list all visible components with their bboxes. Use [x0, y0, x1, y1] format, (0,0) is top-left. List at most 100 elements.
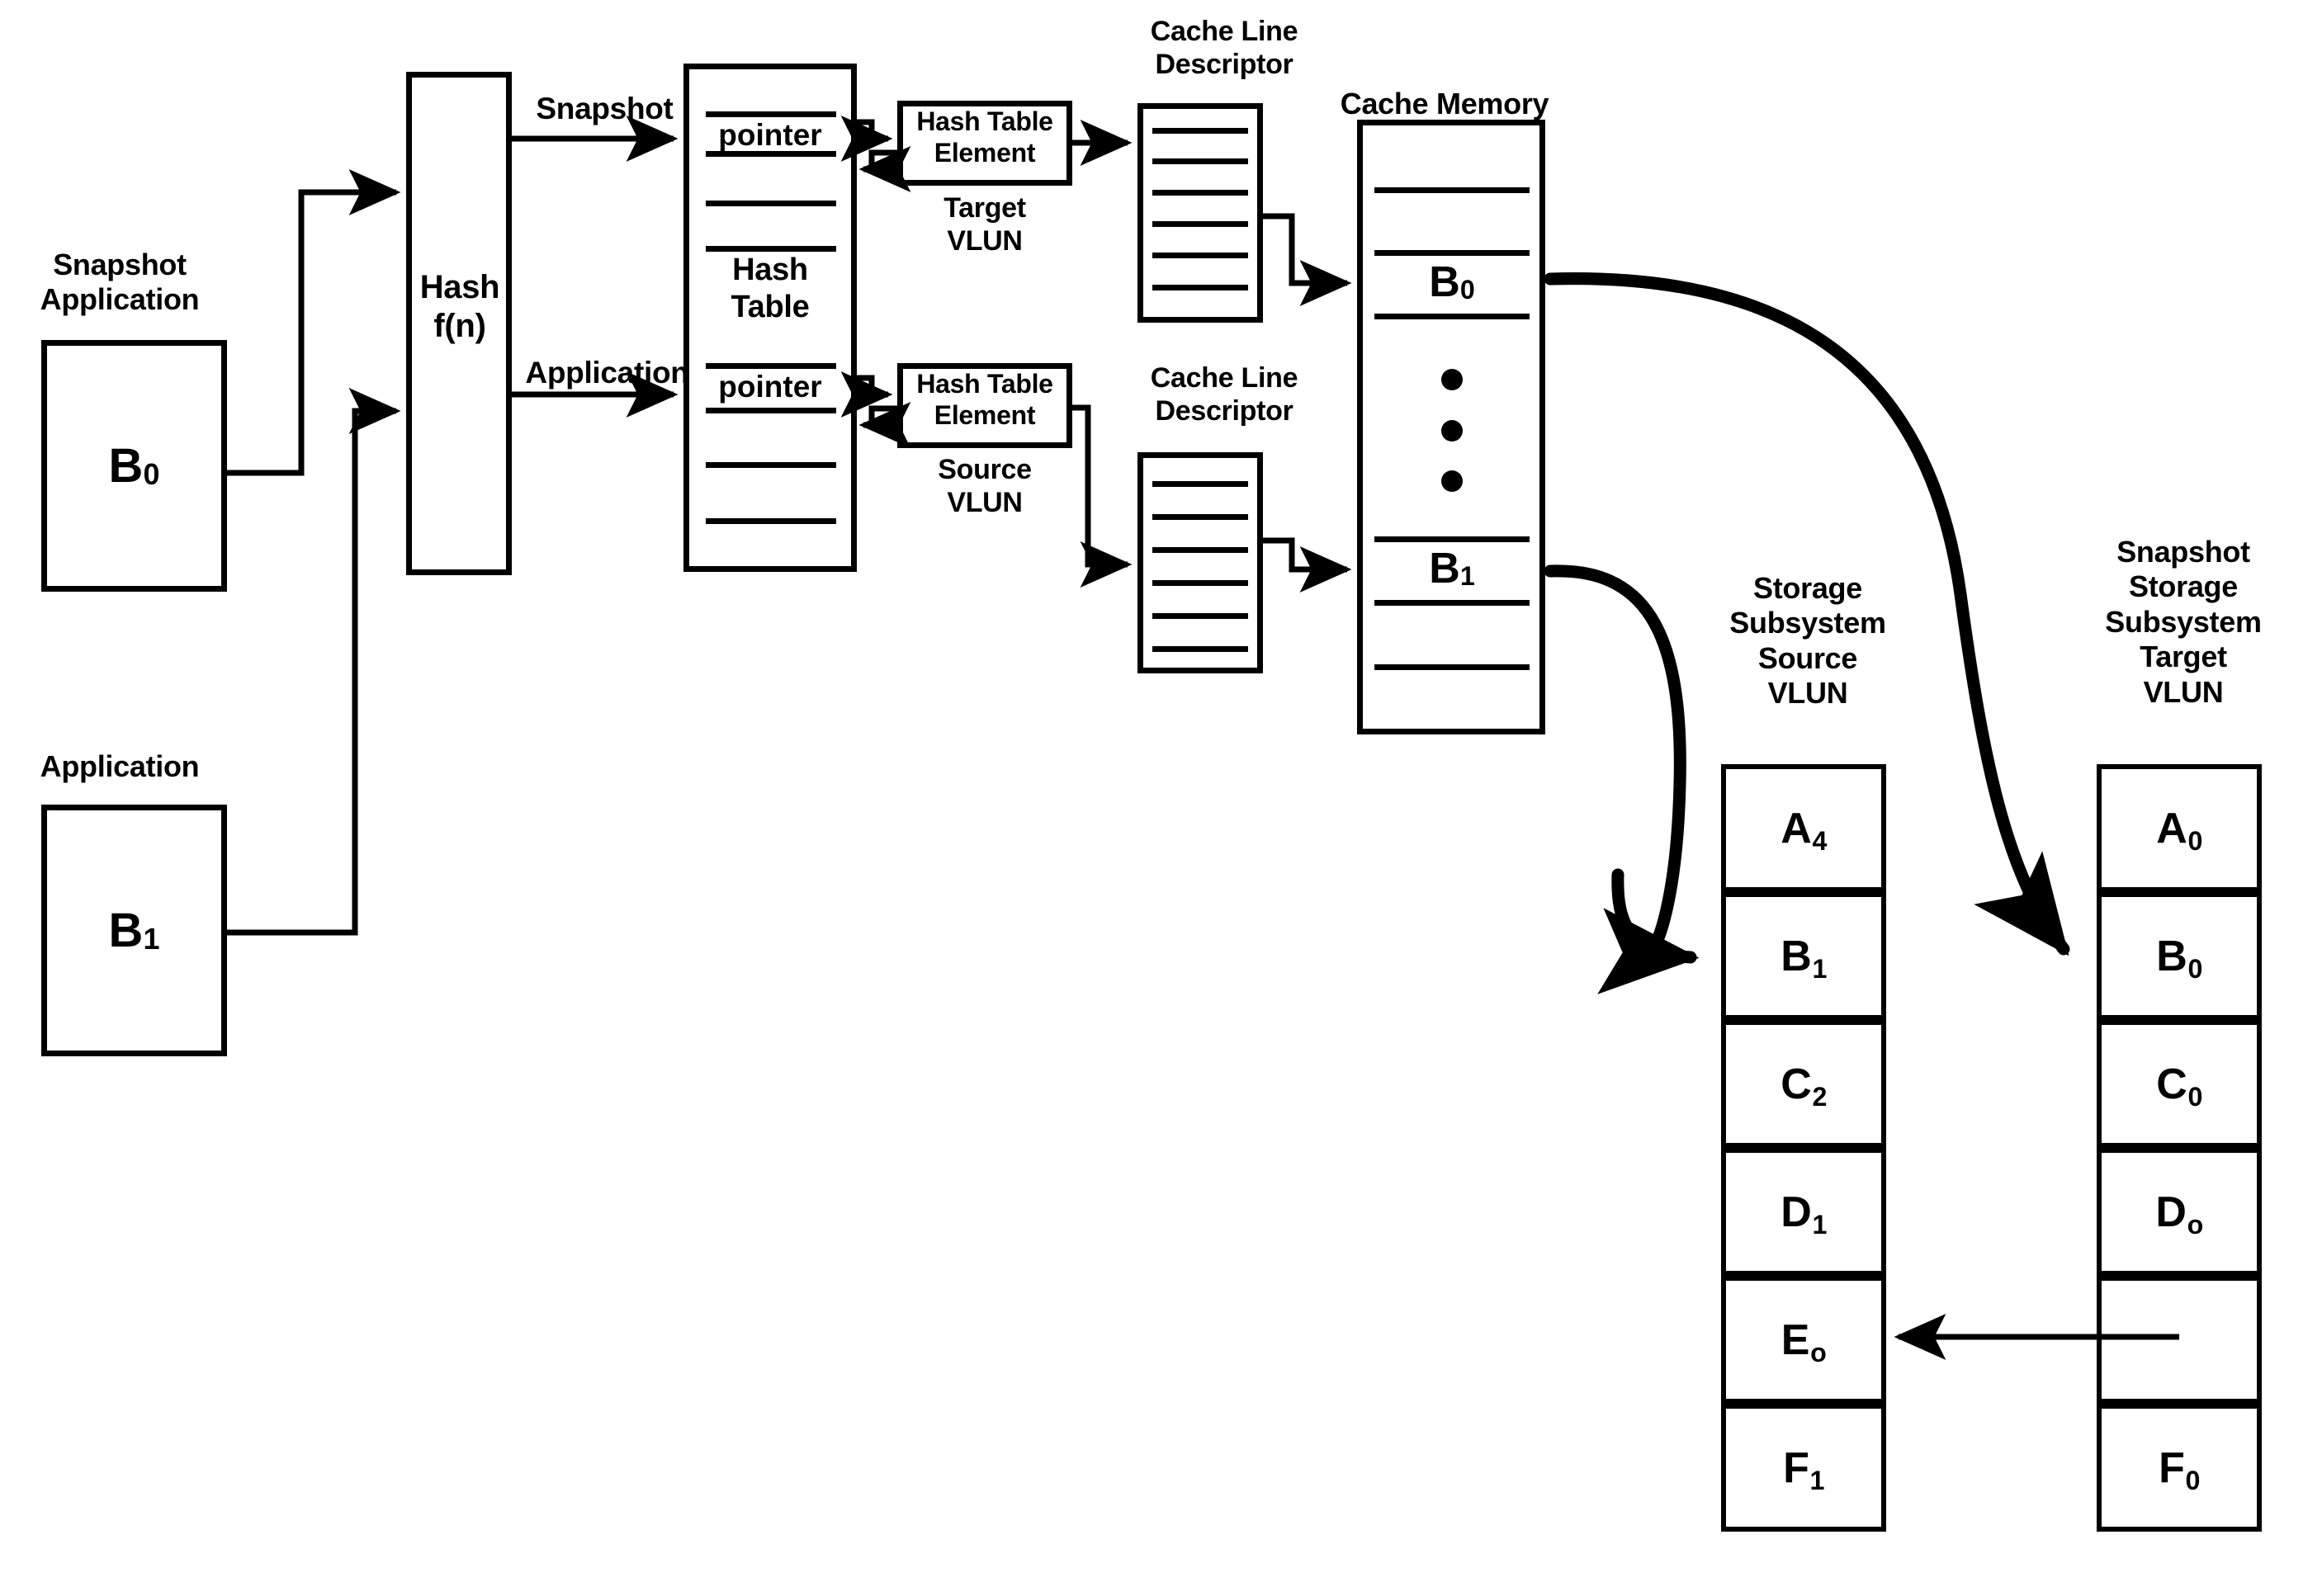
target-vlun-cell-3: Do — [2097, 1148, 2262, 1276]
block-base: B — [1429, 544, 1460, 593]
source-vlun-cell-5: F1 — [1721, 1404, 1886, 1532]
cache-line-descriptor-lower-label: Cache Line Descriptor — [1150, 362, 1298, 427]
cell-sub: 1 — [1812, 1210, 1828, 1240]
cell-base: D — [1781, 1188, 1812, 1236]
connector-hte-source-to-pointer — [858, 402, 911, 448]
diagram-canvas: Snapshot Application B0 Application B1 H… — [0, 0, 2322, 1596]
connector-application-to-hash — [227, 388, 401, 936]
snapshot-storage-subsystem-target-label: Snapshot Storage Subsystem Target VLUN — [2105, 535, 2262, 709]
target-vlun-label: Target VLUN — [943, 192, 1026, 257]
cld-upper-rule-4 — [1152, 221, 1248, 227]
block-sub: 0 — [1459, 274, 1475, 305]
hash-table-rule-7 — [706, 462, 836, 468]
connector-pointer-to-hte-source — [840, 371, 893, 418]
cell-sub: 2 — [1812, 1082, 1828, 1112]
block-sub: 0 — [143, 457, 160, 492]
target-vlun-cell-2: C0 — [2097, 1020, 2262, 1148]
edge-label-application: Application — [525, 356, 689, 390]
hash-table-rule-6 — [706, 408, 836, 413]
application-block-value: B1 — [41, 805, 227, 1056]
cld-lower-rule-6 — [1152, 646, 1248, 652]
cache-memory-rule-5 — [1374, 600, 1530, 606]
block-base: B — [108, 439, 144, 493]
target-vlun-cell-0: A0 — [2097, 764, 2262, 892]
connector-cld-upper-to-cache-b0 — [1263, 213, 1352, 306]
target-vlun-cell-5: F0 — [2097, 1404, 2262, 1532]
cell-base: B — [1781, 932, 1812, 980]
cell-base: D — [2155, 1188, 2187, 1236]
target-vlun-cell-1: B0 — [2097, 892, 2262, 1020]
hash-table-element-source-label: Hash Table Element — [916, 369, 1053, 430]
hash-table-label: Hash Table — [731, 253, 810, 324]
hash-table-element-target-label: Hash Table Element — [916, 106, 1053, 168]
cell-sub: 0 — [2187, 954, 2203, 985]
cache-block-b1: B1 — [1374, 536, 1530, 600]
cell-sub: o — [1810, 1338, 1827, 1368]
block-sub: 1 — [1459, 560, 1475, 591]
cell-sub: o — [2187, 1210, 2204, 1240]
edge-label-snapshot: Snapshot — [536, 92, 674, 125]
block-base: B — [108, 904, 144, 957]
hash-table-pointer-snapshot: pointer — [718, 118, 822, 152]
hash-table-rule-1 — [706, 111, 836, 117]
cell-base: C — [1781, 1060, 1812, 1108]
curve-cache-b1-to-source-vlun — [1597, 868, 1700, 994]
ellipsis-dot-1 — [1441, 369, 1463, 390]
cld-lower-rule-1 — [1152, 481, 1248, 487]
cld-upper-rule-5 — [1152, 253, 1248, 258]
ellipsis-dot-3 — [1441, 470, 1463, 492]
cell-sub: 0 — [2185, 1466, 2201, 1496]
snapshot-application-label: Snapshot Application — [40, 248, 200, 317]
source-vlun-label: Source VLUN — [938, 454, 1032, 519]
cache-memory-rule-6 — [1374, 664, 1530, 670]
cld-lower-rule-5 — [1152, 613, 1248, 619]
connector-cld-lower-to-cache-b1 — [1263, 537, 1352, 593]
cell-sub: 4 — [1812, 826, 1828, 857]
source-vlun-cell-1: B1 — [1721, 892, 1886, 1020]
hash-table-rule-4 — [706, 246, 836, 252]
cell-base: F — [2159, 1443, 2185, 1492]
source-vlun-cell-0: A4 — [1721, 764, 1886, 892]
source-vlun-cell-2: C2 — [1721, 1020, 1886, 1148]
block-base: B — [1429, 257, 1460, 306]
connector-hte-source-to-cld-lower — [1072, 404, 1133, 588]
cache-memory-label: Cache Memory — [1340, 87, 1549, 120]
cld-lower-rule-2 — [1152, 514, 1248, 520]
hash-function-label: Hash f(n) — [419, 269, 500, 345]
cell-sub: 0 — [2187, 826, 2203, 857]
cld-upper-rule-2 — [1152, 158, 1248, 164]
cld-lower-rule-3 — [1152, 547, 1248, 553]
connector-hte-target-to-pointer — [858, 146, 911, 192]
cell-sub: 0 — [2187, 1082, 2203, 1112]
storage-subsystem-source-label: Storage Subsystem Source VLUN — [1729, 571, 1886, 711]
block-sub: 1 — [143, 922, 160, 956]
snapshot-application-block-value: B0 — [41, 340, 227, 592]
ellipsis-dot-2 — [1441, 420, 1463, 441]
cell-base: A — [2156, 804, 2187, 852]
source-vlun-cell-3: D1 — [1721, 1148, 1886, 1276]
cld-upper-rule-1 — [1152, 128, 1248, 134]
cld-upper-rule-6 — [1152, 285, 1248, 290]
curve-cache-b1-to-source-vlun-stem — [1544, 564, 1686, 964]
cld-upper-rule-3 — [1152, 190, 1248, 196]
cell-sub: 1 — [1812, 954, 1828, 985]
cache-memory-rule-3 — [1374, 314, 1530, 319]
target-vlun-cell-4 — [2097, 1276, 2262, 1404]
cell-base: C — [2156, 1060, 2187, 1108]
source-vlun-cell-4: Eo — [1721, 1276, 1886, 1404]
cache-line-descriptor-upper-label: Cache Line Descriptor — [1150, 16, 1298, 81]
cell-base: F — [1783, 1443, 1809, 1492]
connector-pointer-to-hte-target — [840, 116, 893, 162]
cache-memory-rule-1 — [1374, 187, 1530, 193]
hash-table-rule-5 — [706, 363, 836, 369]
cell-base: A — [1781, 804, 1812, 852]
hash-table-rule-8 — [706, 518, 836, 524]
application-label: Application — [40, 749, 200, 783]
hash-table-rule-3 — [706, 201, 836, 206]
cache-block-b0: B0 — [1374, 250, 1530, 314]
cld-lower-rule-4 — [1152, 580, 1248, 586]
cell-sub: 1 — [1809, 1466, 1825, 1496]
cell-base: B — [2156, 932, 2187, 980]
hash-table-pointer-application: pointer — [718, 370, 822, 404]
cell-base: E — [1781, 1315, 1810, 1364]
